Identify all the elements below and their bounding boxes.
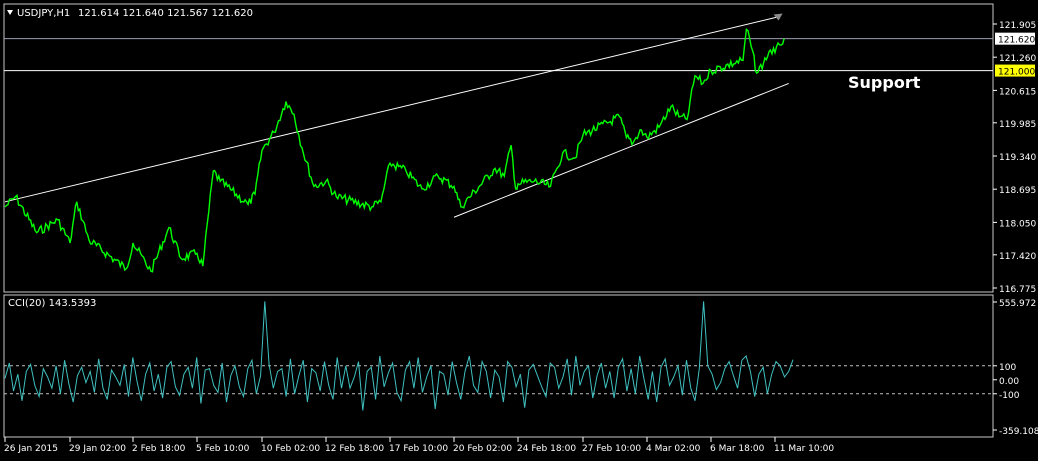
cci-tick-label: -100 [999,391,1020,401]
cci-y-axis: 555.972 100 0.00 -100 -359.1081 [993,299,1038,437]
price-tick-label: 118.050 [999,219,1036,229]
cci-series-line [4,301,794,411]
price-reference-lines [4,38,993,72]
price-y-axis: 121.905 121.260 120.615 119.985 119.340 118.6… [993,21,1036,295]
time-tick-label: 6 Mar 18:00 [710,444,765,454]
time-tick-label: 5 Feb 10:00 [196,444,250,454]
price-series-line [4,27,785,273]
cci-indicator-label: CCI(20) 143.5393 [8,298,96,309]
price-tick-label: 117.420 [999,252,1036,262]
cci-tick-label: 100 [999,363,1016,373]
price-tick-label: 119.340 [999,153,1036,163]
price-tick-label: 119.985 [999,120,1036,130]
time-tick-label: 2 Feb 18:00 [132,444,186,454]
price-tick-label: 120.615 [999,87,1036,97]
ohlc-label: 121.614 121.640 121.567 121.620 [78,8,253,19]
trend-channel [4,13,789,218]
price-tick-label: 118.695 [999,186,1036,196]
channel-lower-line[interactable] [453,82,789,218]
current-price-tag: 121.620 [998,36,1035,46]
time-tick-label: 12 Feb 18:00 [325,444,384,454]
price-pane-frame [3,3,994,293]
channel-endpoint-arrow-icon [773,13,783,21]
time-tick-label: 26 Jan 2015 [4,444,58,454]
time-x-axis: 26 Jan 2015 29 Jan 02:00 2 Feb 18:00 5 Feb … [4,437,834,454]
cci-tick-label: 0.00 [999,377,1019,387]
cci-tick-label: 555.972 [999,299,1036,309]
time-tick-label: 10 Feb 02:00 [261,444,320,454]
channel-upper-line[interactable] [4,16,780,203]
time-tick-label: 24 Feb 18:00 [517,444,576,454]
chart-canvas: 121.905 121.260 120.615 119.985 119.340 118.6… [3,3,1038,454]
price-tick-label: 121.260 [999,54,1036,64]
time-tick-label: 29 Jan 02:00 [69,444,126,454]
time-tick-label: 27 Feb 10:00 [582,444,641,454]
price-tick-label: 116.775 [999,285,1036,295]
time-tick-label: 20 Feb 02:00 [453,444,512,454]
time-tick-label: 11 Mar 10:00 [774,444,834,454]
symbol-menu-chevron-icon[interactable] [7,10,13,15]
time-tick-label: 4 Mar 02:00 [646,444,701,454]
cci-tick-label: -359.1081 [999,427,1038,437]
chart-window: 121.905 121.260 120.615 119.985 119.340 118.6… [0,0,1038,457]
support-level-tag: 121.000 [998,68,1035,78]
time-tick-label: 17 Feb 10:00 [389,444,448,454]
price-tick-label: 121.905 [999,21,1036,31]
support-annotation: Support [848,73,921,92]
symbol-label[interactable]: USDJPY,H1 [17,8,70,19]
